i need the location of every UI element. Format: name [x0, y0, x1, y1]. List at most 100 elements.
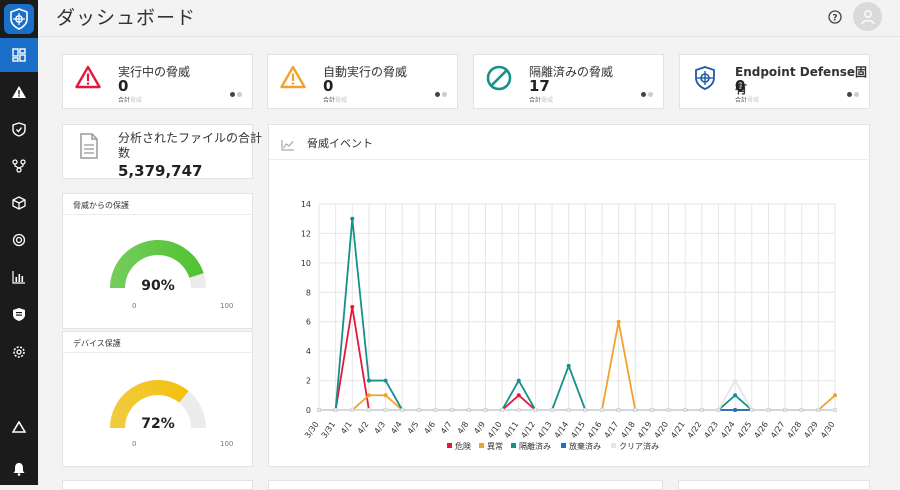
x-tick-label: 4/13 — [536, 420, 554, 440]
stat-sub-faded: 脅威 — [747, 97, 760, 104]
data-point — [649, 408, 654, 412]
legend-label[interactable]: 隔離済み — [519, 441, 551, 451]
data-point — [583, 408, 588, 412]
prohibited-icon — [486, 65, 512, 95]
threat-events-chart: 0 2 4 6 8 10 12 14 3/303/31 4/1 4/2 4/3 4/4 4/5 4/6 4/7… — [301, 200, 837, 451]
x-tick-label: 4/20 — [653, 420, 671, 440]
data-point — [683, 408, 688, 412]
data-point — [550, 408, 555, 412]
shield-target-icon — [692, 65, 718, 95]
stat-card-endpoint-defense[interactable]: Endpoint Defense固有 0 合計 脅威 — [679, 54, 870, 109]
series-line — [319, 306, 835, 411]
x-tick-label: 4/19 — [636, 420, 654, 440]
stat-card-quarantined-threats[interactable]: 隔離済みの脅威 17 合計 脅威 — [473, 54, 664, 109]
data-point — [599, 408, 604, 412]
data-point — [533, 408, 538, 412]
x-tick-label: 4/6 — [422, 420, 437, 436]
help-icon[interactable]: ? — [828, 9, 842, 28]
sidebar-item-threats[interactable] — [0, 75, 38, 109]
warning-icon — [12, 86, 26, 98]
chart-title: 脅威イベント — [307, 137, 373, 150]
stat-card-active-threats[interactable]: 実行中の脅威 0 合計 脅威 — [62, 54, 253, 109]
top-bar: ダッシュボード ? — [38, 0, 900, 34]
stat-value: 0 — [323, 77, 334, 95]
carousel-dots[interactable] — [230, 92, 242, 97]
sidebar-item-scan[interactable] — [0, 223, 38, 257]
shield-check-icon — [12, 121, 26, 137]
gauge-divider — [63, 352, 253, 353]
y-tick-label: 14 — [301, 200, 311, 209]
data-point — [783, 408, 788, 412]
sidebar-item-network[interactable] — [0, 149, 38, 183]
data-point — [317, 408, 321, 412]
x-tick-label: 4/27 — [769, 420, 787, 440]
avatar[interactable] — [853, 2, 882, 31]
legend-label[interactable]: 放棄済み — [569, 441, 601, 451]
gauge-value: 90% — [141, 278, 175, 294]
data-point — [516, 408, 521, 412]
x-tick-label: 4/18 — [619, 420, 637, 440]
data-point — [350, 305, 355, 309]
x-tick-label: 4/23 — [702, 420, 720, 440]
gauge-max: 100 — [220, 440, 234, 448]
data-point — [366, 393, 371, 398]
data-point — [366, 408, 371, 412]
stat-label: 実行中の脅威 — [118, 65, 191, 79]
y-tick-label: 0 — [306, 406, 311, 415]
warning-triangle-icon — [280, 65, 306, 93]
legend-swatch — [479, 443, 484, 448]
cube-icon — [12, 196, 26, 210]
data-point — [733, 378, 738, 383]
sidebar-item-protection[interactable] — [0, 112, 38, 146]
data-point — [799, 408, 804, 412]
data-point — [699, 408, 704, 412]
header-divider — [38, 36, 900, 37]
sidebar-item-reports[interactable] — [0, 260, 38, 294]
x-tick-label: 3/30 — [303, 420, 321, 440]
user-icon — [860, 9, 875, 24]
stat-card-auto-threats[interactable]: 自動実行の脅威 0 合計 脅威 — [267, 54, 458, 109]
legend-label[interactable]: クリア済み — [619, 441, 659, 451]
sidebar-item-notifications[interactable] — [0, 452, 38, 486]
x-tick-label: 4/10 — [486, 420, 504, 440]
data-point — [400, 408, 405, 412]
carousel-dots[interactable] — [847, 92, 859, 97]
data-point — [350, 216, 355, 221]
y-tick-label: 2 — [306, 377, 311, 386]
data-point — [333, 408, 338, 412]
series-line — [319, 217, 835, 411]
carousel-dots[interactable] — [641, 92, 653, 97]
data-point — [383, 393, 388, 398]
sidebar-item-settings[interactable] — [0, 335, 38, 369]
x-tick-label: 4/12 — [519, 420, 537, 440]
legend-label[interactable]: 異常 — [487, 442, 503, 451]
legend-swatch — [447, 443, 452, 448]
data-point — [616, 319, 621, 324]
files-value: 5,379,747 — [118, 162, 203, 180]
x-tick-label: 4/30 — [819, 420, 837, 440]
data-point — [633, 408, 638, 412]
x-tick-label: 4/17 — [603, 420, 621, 440]
carousel-dots[interactable] — [435, 92, 447, 97]
x-tick-label: 4/16 — [586, 420, 604, 440]
partial-card — [678, 480, 870, 490]
legend-swatch — [511, 443, 516, 448]
app-logo[interactable] — [0, 0, 38, 38]
sidebar-item-brand[interactable] — [0, 410, 38, 444]
sidebar-item-dashboard[interactable] — [0, 38, 38, 72]
data-point — [366, 378, 371, 383]
legend-label[interactable]: 危険 — [455, 441, 471, 451]
x-tick-label: 4/25 — [736, 420, 754, 440]
x-tick-label: 4/1 — [339, 420, 354, 436]
x-tick-label: 4/24 — [719, 420, 737, 440]
device-protection-gauge-card: デバイス保護 72% 0 100 — [62, 331, 253, 467]
sidebar-item-devices[interactable] — [0, 186, 38, 220]
sidebar — [0, 0, 38, 485]
stat-value: 0 — [735, 77, 746, 95]
document-icon — [79, 133, 99, 163]
stat-sub: 合計 — [323, 97, 336, 104]
line-chart-icon — [281, 136, 295, 155]
data-point — [516, 378, 521, 383]
sidebar-item-policies[interactable] — [0, 297, 38, 331]
legend-swatch — [611, 443, 616, 448]
